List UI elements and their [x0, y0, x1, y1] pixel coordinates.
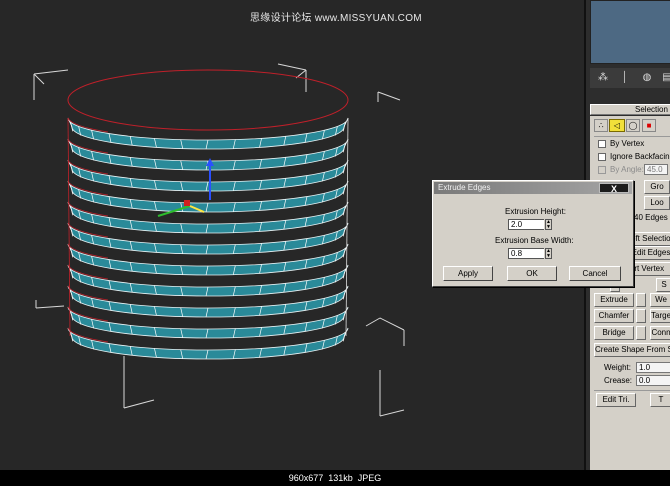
spinner-arrows-icon[interactable]: ▲ ▼: [545, 248, 552, 259]
weight-spinner[interactable]: 1.0: [636, 362, 670, 373]
extrusion-base-width-spinner[interactable]: 0.8 ▲ ▼: [508, 248, 552, 259]
bounding-box-bracket: [365, 317, 405, 346]
selection-rollout: ∴ ◁ ◯ ■ By Vertex Ignore Backfacing By A…: [590, 116, 670, 470]
gizmo-center: [184, 200, 190, 206]
selection-rollout-header[interactable]: Selection: [590, 104, 670, 115]
top-edge-selection-ring: [67, 69, 349, 131]
by-angle-spinner[interactable]: 45.0: [644, 164, 668, 175]
image-info-bar: 960x677 131kb JPEG: [0, 470, 670, 486]
bounding-box-bracket: [379, 370, 405, 417]
bounding-box-bracket: [123, 356, 155, 409]
split-button[interactable]: S: [656, 278, 670, 292]
target-weld-button[interactable]: Targe: [650, 309, 670, 323]
weld-button[interactable]: We: [650, 293, 670, 307]
connect-button[interactable]: Conn: [650, 326, 670, 340]
by-angle-label: By Angle:: [610, 165, 644, 174]
by-angle-checkbox[interactable]: [598, 166, 606, 174]
soft-selection-rollout[interactable]: oft Selection: [630, 232, 670, 246]
loop-button[interactable]: Loo: [644, 196, 670, 210]
create-shape-button[interactable]: Create Shape From Se: [594, 343, 670, 357]
watermark: 思缘设计论坛 www.MISSYUAN.COM: [250, 13, 422, 24]
command-panel-tabs: ⁂ │ ◍ ▤: [590, 68, 670, 88]
cancel-button[interactable]: Cancel: [569, 266, 621, 281]
ok-button[interactable]: OK: [507, 266, 557, 281]
ignore-backfacing-label: Ignore Backfacing: [610, 152, 670, 161]
separator: [594, 136, 670, 137]
edit-edges-rollout[interactable]: Edit Edges: [630, 246, 670, 260]
extrude-settings-button[interactable]: [636, 293, 646, 307]
polygon-mode-icon[interactable]: ■: [642, 119, 656, 132]
apply-button[interactable]: Apply: [443, 266, 493, 281]
edge-mode-icon[interactable]: ◁: [609, 119, 625, 132]
edit-tri-button[interactable]: Edit Tri.: [596, 393, 636, 407]
separator: [594, 390, 670, 391]
extrusion-base-width-input[interactable]: 0.8: [508, 248, 544, 259]
extrusion-height-spinner[interactable]: 2.0 ▲ ▼: [508, 219, 552, 230]
chamfer-settings-button[interactable]: [636, 309, 646, 323]
weight-label: Weight:: [604, 363, 631, 372]
mesh-rib-band: [67, 117, 349, 150]
grow-button[interactable]: Gro: [644, 180, 670, 194]
bridge-button[interactable]: Bridge: [594, 326, 634, 340]
viewport-thumbnail: [590, 0, 670, 64]
bridge-settings-button[interactable]: [636, 326, 646, 340]
by-vertex-checkbox[interactable]: [598, 140, 606, 148]
bounding-box-bracket: [35, 300, 65, 309]
crease-label: Crease:: [604, 376, 633, 385]
close-button[interactable]: X: [599, 183, 629, 194]
dialog-titlebar[interactable]: Extrude Edges X: [434, 182, 632, 194]
extrude-edges-dialog: Extrude Edges X Extrusion Height: 2.0 ▲ ▼…: [432, 180, 634, 287]
by-vertex-label: By Vertex: [610, 139, 645, 148]
crease-spinner[interactable]: 0.0: [636, 375, 670, 386]
border-mode-icon[interactable]: ◯: [626, 119, 640, 132]
create-icon[interactable]: ⁂: [596, 71, 610, 85]
extrusion-base-width-label: Extrusion Base Width:: [495, 236, 574, 245]
extrusion-height-input[interactable]: 2.0: [508, 219, 544, 230]
turn-button[interactable]: T: [650, 393, 670, 407]
bounding-box-bracket: [33, 69, 69, 100]
motion-icon[interactable]: ▤: [660, 71, 670, 85]
dialog-title: Extrude Edges: [438, 183, 491, 192]
ignore-backfacing-checkbox[interactable]: [598, 153, 606, 161]
spinner-arrows-icon[interactable]: ▲ ▼: [545, 219, 552, 230]
selection-rollout-title: Selection: [635, 105, 668, 114]
extrusion-height-label: Extrusion Height:: [505, 207, 566, 216]
selected-edges-info: 40 Edges S: [634, 213, 670, 222]
vertex-mode-icon[interactable]: ∴: [594, 119, 608, 132]
hierarchy-icon[interactable]: ◍: [640, 71, 654, 85]
extrude-button[interactable]: Extrude: [594, 293, 634, 307]
modify-icon[interactable]: │: [618, 71, 632, 85]
bounding-box-bracket: [377, 91, 401, 102]
chamfer-button[interactable]: Chamfer: [594, 309, 634, 323]
